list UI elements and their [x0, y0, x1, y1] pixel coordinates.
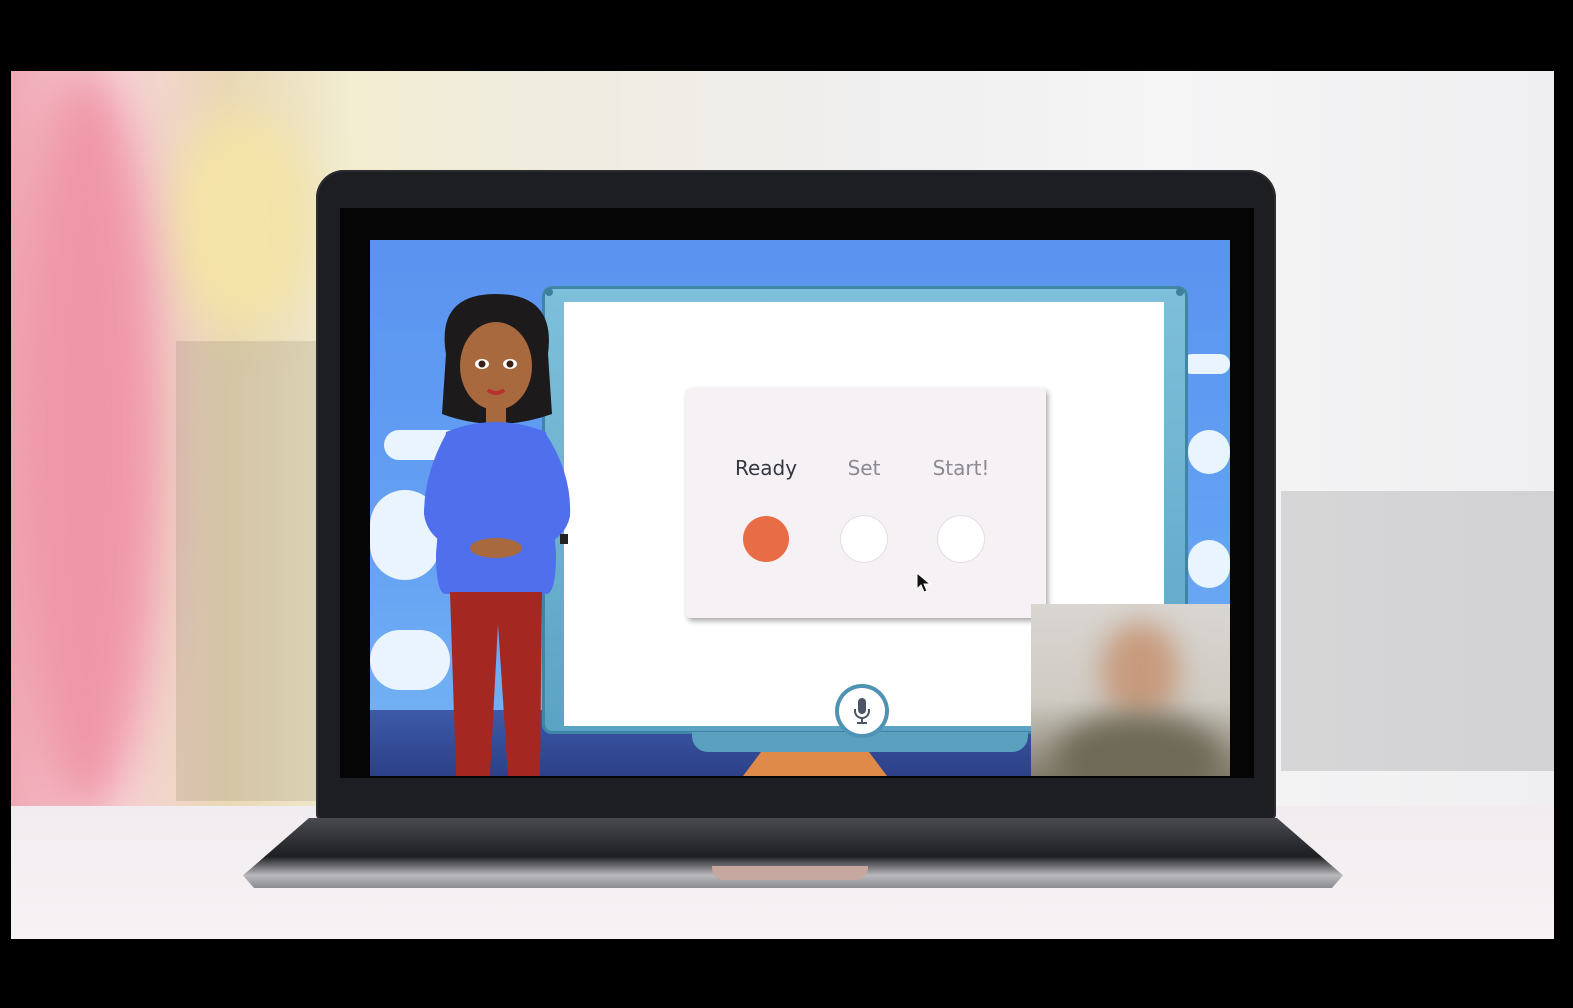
rivet [1176, 288, 1184, 296]
whiteboard-tray [692, 732, 1028, 752]
microphone-icon [854, 698, 870, 724]
step-indicator-set[interactable] [841, 516, 887, 562]
ready-set-start-card [686, 388, 1046, 618]
webcam-face [1101, 622, 1179, 718]
bg-light [171, 111, 311, 331]
step-label-ready: Ready [734, 456, 798, 480]
letterbox-top [0, 0, 1573, 71]
cloud [1182, 354, 1230, 374]
step-label-start: Start! [932, 456, 990, 480]
webcam-preview [1031, 604, 1230, 776]
bg-shelf-left [176, 341, 326, 801]
teacher-avatar [424, 294, 571, 776]
bg-pink-wall [11, 71, 161, 811]
step-label-set: Set [847, 456, 881, 480]
mouse-pointer-icon [916, 572, 932, 593]
letterbox-bottom [0, 939, 1573, 1008]
lesson-screen: Ready Set Start! [370, 240, 1230, 776]
microphone-button[interactable] [839, 688, 885, 734]
cloud [1188, 430, 1230, 474]
step-indicator-ready[interactable] [743, 516, 789, 562]
cloud [1188, 540, 1230, 588]
laptop-notch [712, 866, 868, 880]
webcam-body [1053, 714, 1223, 776]
step-indicator-start[interactable] [938, 516, 984, 562]
bg-shelf-right [1281, 491, 1554, 771]
